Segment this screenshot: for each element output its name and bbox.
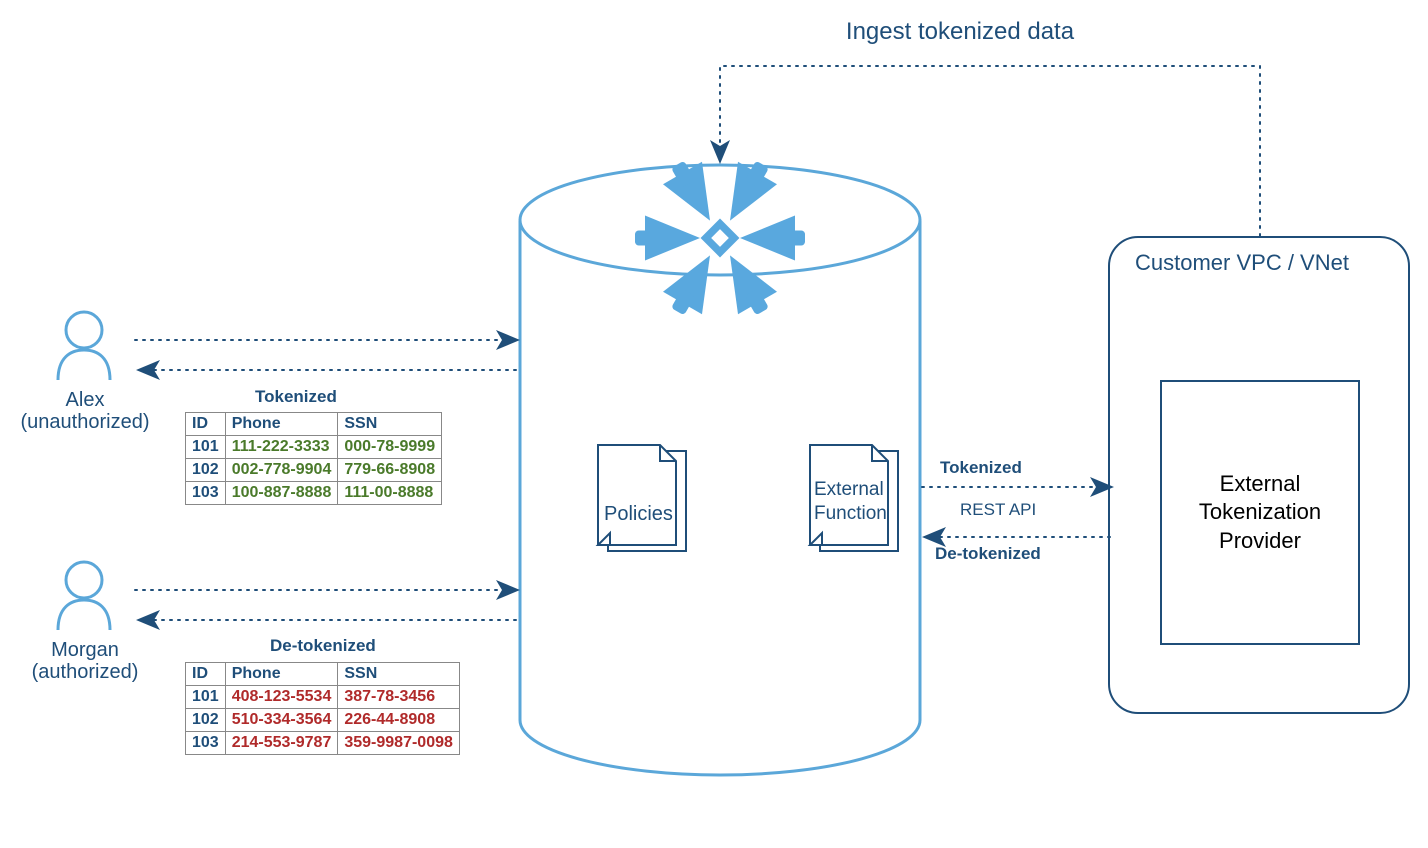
tokenized-header-id: ID [186, 413, 226, 436]
detokenized-table: ID Phone SSN 101 408-123-5534 387-78-345… [185, 662, 460, 755]
provider-line1: External [1220, 471, 1301, 496]
vpc-title: Customer VPC / VNet [1135, 250, 1349, 276]
tokenized-header-phone: Phone [225, 413, 338, 436]
flow-rest-api-label: REST API [960, 500, 1036, 520]
snowflake-logo-icon [635, 153, 805, 323]
table-row: 103 100-887-8888 111-00-8888 [186, 482, 442, 505]
table-row: 103 214-553-9787 359-9987-0098 [186, 732, 460, 755]
user-morgan-icon [58, 562, 110, 630]
tokenized-header-ssn: SSN [338, 413, 442, 436]
arrow-ingest [720, 66, 1260, 236]
detokenized-header-phone: Phone [225, 663, 338, 686]
user-alex-name: Alex [20, 388, 150, 412]
detokenized-header-ssn: SSN [338, 663, 460, 686]
flow-detokenized-label: De-tokenized [935, 544, 1041, 564]
provider-line3: Provider [1219, 528, 1301, 553]
user-alex-role: (unauthorized) [20, 410, 150, 434]
table-row: 102 002-778-9904 779-66-8908 [186, 459, 442, 482]
external-function-label: External Function [814, 478, 887, 526]
table-row: 101 408-123-5534 387-78-3456 [186, 686, 460, 709]
flow-tokenized-label: Tokenized [940, 458, 1022, 478]
user-morgan-name: Morgan [20, 638, 150, 662]
tokenized-title: Tokenized [255, 387, 337, 407]
policies-label: Policies [604, 502, 673, 526]
user-morgan-role: (authorized) [20, 660, 150, 684]
policies-document-icon [598, 445, 686, 551]
table-row: 102 510-334-3564 226-44-8908 [186, 709, 460, 732]
snowflake-cylinder [520, 165, 920, 775]
table-row: 101 111-222-3333 000-78-9999 [186, 436, 442, 459]
detokenized-title: De-tokenized [270, 636, 376, 656]
detokenized-header-id: ID [186, 663, 226, 686]
ingest-label: Ingest tokenized data [760, 18, 1160, 47]
user-alex-icon [58, 312, 110, 380]
provider-line2: Tokenization [1199, 499, 1321, 524]
external-tokenization-provider-box: External Tokenization Provider [1160, 380, 1360, 645]
tokenized-table: ID Phone SSN 101 111-222-3333 000-78-999… [185, 412, 442, 505]
